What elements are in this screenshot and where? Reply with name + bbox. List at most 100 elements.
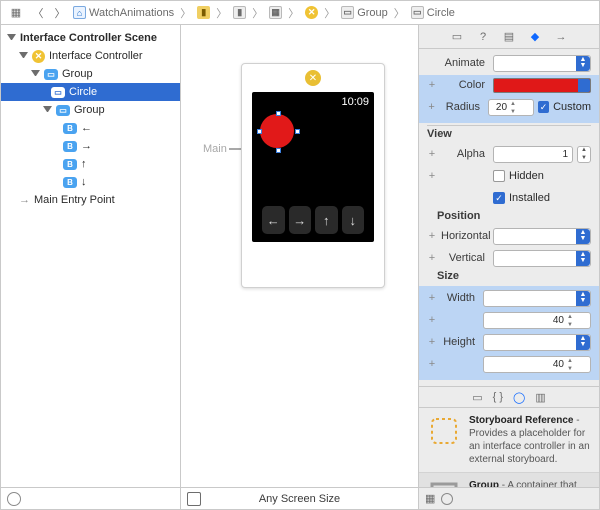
screen-size-label[interactable]: Any Screen Size bbox=[259, 493, 340, 505]
grid-view-icon[interactable]: ▦ bbox=[425, 492, 435, 505]
controller-icon: ✕ bbox=[32, 50, 45, 63]
outline-label: Group bbox=[62, 68, 93, 80]
storyboard-icon: ▦ bbox=[269, 6, 282, 19]
canvas[interactable]: Main ✕ 10:09 ← → ↑ ↓ bbox=[181, 25, 418, 487]
identity-inspector-tab[interactable]: ▤ bbox=[500, 28, 518, 46]
outline-group[interactable]: ▭Group bbox=[1, 65, 180, 83]
width-mode: Fixed bbox=[488, 293, 512, 304]
project-icon: ⌂ bbox=[73, 6, 86, 19]
attributes-inspector-tab[interactable]: ◆ bbox=[526, 28, 544, 46]
lib-object-tab[interactable]: ◯ bbox=[513, 391, 525, 404]
outline-label: ← bbox=[81, 122, 92, 134]
color-swatch[interactable] bbox=[493, 78, 591, 93]
connections-inspector-tab[interactable]: → bbox=[552, 28, 570, 46]
width-mode-select[interactable]: Fixed▲▼ bbox=[483, 290, 591, 307]
vertical-label: Vertical bbox=[441, 252, 489, 264]
lib-item-group[interactable]: Group - A container that manages the lay… bbox=[419, 473, 599, 487]
crumb-project[interactable]: ⌂WatchAnimations bbox=[73, 6, 174, 19]
forward-button[interactable]: 〉 bbox=[51, 4, 69, 22]
outline-btn-up[interactable]: B↑ bbox=[1, 155, 180, 173]
watch-device[interactable]: ✕ 10:09 ← → ↑ ↓ bbox=[241, 63, 385, 288]
filter-lib-icon[interactable] bbox=[441, 493, 453, 505]
scene-dot-icon[interactable]: ✕ bbox=[305, 70, 321, 86]
custom-label: Custom bbox=[553, 101, 591, 113]
height-mode: Fixed bbox=[488, 337, 512, 348]
position-section-title: Position bbox=[437, 210, 591, 222]
button-icon: B bbox=[63, 141, 77, 152]
group-lib-icon bbox=[427, 479, 461, 487]
circle-shape[interactable] bbox=[260, 114, 294, 148]
outline-toggle-icon[interactable] bbox=[187, 492, 201, 506]
attributes-section: AnimateNo▲▼ +Color +Radius20▲▼✓Custom Vi… bbox=[419, 49, 599, 386]
radius-field[interactable]: 20▲▼ bbox=[488, 99, 534, 116]
outline-label: Circle bbox=[69, 86, 97, 98]
height-field[interactable]: 40▲▼ bbox=[483, 356, 591, 373]
size-section-title: Size bbox=[437, 270, 591, 282]
clock-label: 10:09 bbox=[341, 96, 369, 108]
watch-button-right[interactable]: → bbox=[289, 206, 312, 234]
width-field[interactable]: 40▲▼ bbox=[483, 312, 591, 329]
color-label: Color bbox=[441, 79, 489, 91]
outline-entry[interactable]: →Main Entry Point bbox=[1, 191, 180, 209]
watch-button-up[interactable]: ↑ bbox=[315, 206, 338, 234]
crumb-label: Circle bbox=[427, 7, 455, 19]
main-label: Main bbox=[203, 143, 227, 155]
button-icon: B bbox=[63, 177, 77, 188]
radius-value: 20 bbox=[496, 102, 507, 113]
crumb-circle[interactable]: ▭Circle bbox=[411, 6, 455, 19]
crumb-group[interactable]: ▭Group bbox=[341, 6, 388, 19]
hidden-label: Hidden bbox=[509, 170, 544, 182]
hidden-checkbox[interactable] bbox=[493, 170, 505, 182]
outline-panel: Interface Controller Scene ✕Interface Co… bbox=[1, 25, 181, 509]
alpha-field[interactable]: 1 bbox=[493, 146, 573, 163]
resize-handle[interactable] bbox=[276, 148, 281, 153]
custom-checkbox[interactable]: ✓ bbox=[538, 101, 549, 113]
watch-button-down[interactable]: ↓ bbox=[342, 206, 365, 234]
library-tabs: ▭ { } ◯ ▥ bbox=[419, 386, 599, 408]
device-header: ✕ bbox=[242, 64, 384, 92]
outline-btn-right[interactable]: B→ bbox=[1, 137, 180, 155]
outline-group-2[interactable]: ▭Group bbox=[1, 101, 180, 119]
resize-handle[interactable] bbox=[276, 111, 281, 116]
outline-btn-down[interactable]: B↓ bbox=[1, 173, 180, 191]
vertical-select[interactable]: Top▲▼ bbox=[493, 250, 591, 267]
installed-label: Installed bbox=[509, 192, 550, 204]
outline-controller[interactable]: ✕Interface Controller bbox=[1, 47, 180, 65]
inspector-tabs: ▭ ? ▤ ◆ → bbox=[419, 25, 599, 49]
resize-handle[interactable] bbox=[295, 129, 300, 134]
group-icon: ▭ bbox=[56, 105, 70, 116]
outline-scene[interactable]: Interface Controller Scene bbox=[1, 29, 180, 47]
related-items-icon[interactable]: ▦ bbox=[7, 4, 25, 22]
lib-title: Group bbox=[469, 480, 499, 487]
lib-file-tab[interactable]: ▭ bbox=[472, 391, 482, 404]
back-button[interactable]: 〈 bbox=[29, 4, 47, 22]
alpha-stepper[interactable]: ▲▼ bbox=[577, 146, 591, 163]
outline-tree[interactable]: Interface Controller Scene ✕Interface Co… bbox=[1, 25, 180, 487]
file-inspector-tab[interactable]: ▭ bbox=[448, 28, 466, 46]
lib-code-tab[interactable]: { } bbox=[493, 391, 503, 403]
filter-icon[interactable] bbox=[7, 492, 21, 506]
lib-media-tab[interactable]: ▥ bbox=[535, 391, 545, 404]
lib-item-storyboard[interactable]: Storyboard Reference - Provides a placeh… bbox=[419, 408, 599, 473]
watch-button-left[interactable]: ← bbox=[262, 206, 285, 234]
object-library[interactable]: Storyboard Reference - Provides a placeh… bbox=[419, 408, 599, 487]
outline-footer bbox=[1, 487, 180, 509]
crumb-folder[interactable]: ▮ bbox=[197, 6, 210, 19]
group-crumb-icon: ▭ bbox=[341, 6, 354, 19]
animate-value: No bbox=[498, 58, 511, 69]
horizontal-select[interactable]: Left▲▼ bbox=[493, 228, 591, 245]
button-icon: B bbox=[63, 159, 77, 170]
crumb-scene[interactable]: ✕ bbox=[305, 6, 318, 19]
file-icon: ▮ bbox=[233, 6, 246, 19]
watch-screen: 10:09 ← → ↑ ↓ bbox=[252, 92, 374, 242]
animate-select[interactable]: No▲▼ bbox=[493, 55, 591, 72]
resize-handle[interactable] bbox=[257, 129, 262, 134]
outline-btn-left[interactable]: B← bbox=[1, 119, 180, 137]
help-inspector-tab[interactable]: ? bbox=[474, 28, 492, 46]
installed-checkbox[interactable]: ✓ bbox=[493, 192, 505, 204]
crumb-file[interactable]: ▮ bbox=[233, 6, 246, 19]
height-mode-select[interactable]: Fixed▲▼ bbox=[483, 334, 591, 351]
outline-circle[interactable]: ▭Circle bbox=[1, 83, 180, 101]
crumb-storyboard[interactable]: ▦ bbox=[269, 6, 282, 19]
outline-label: ↑ bbox=[81, 158, 87, 170]
